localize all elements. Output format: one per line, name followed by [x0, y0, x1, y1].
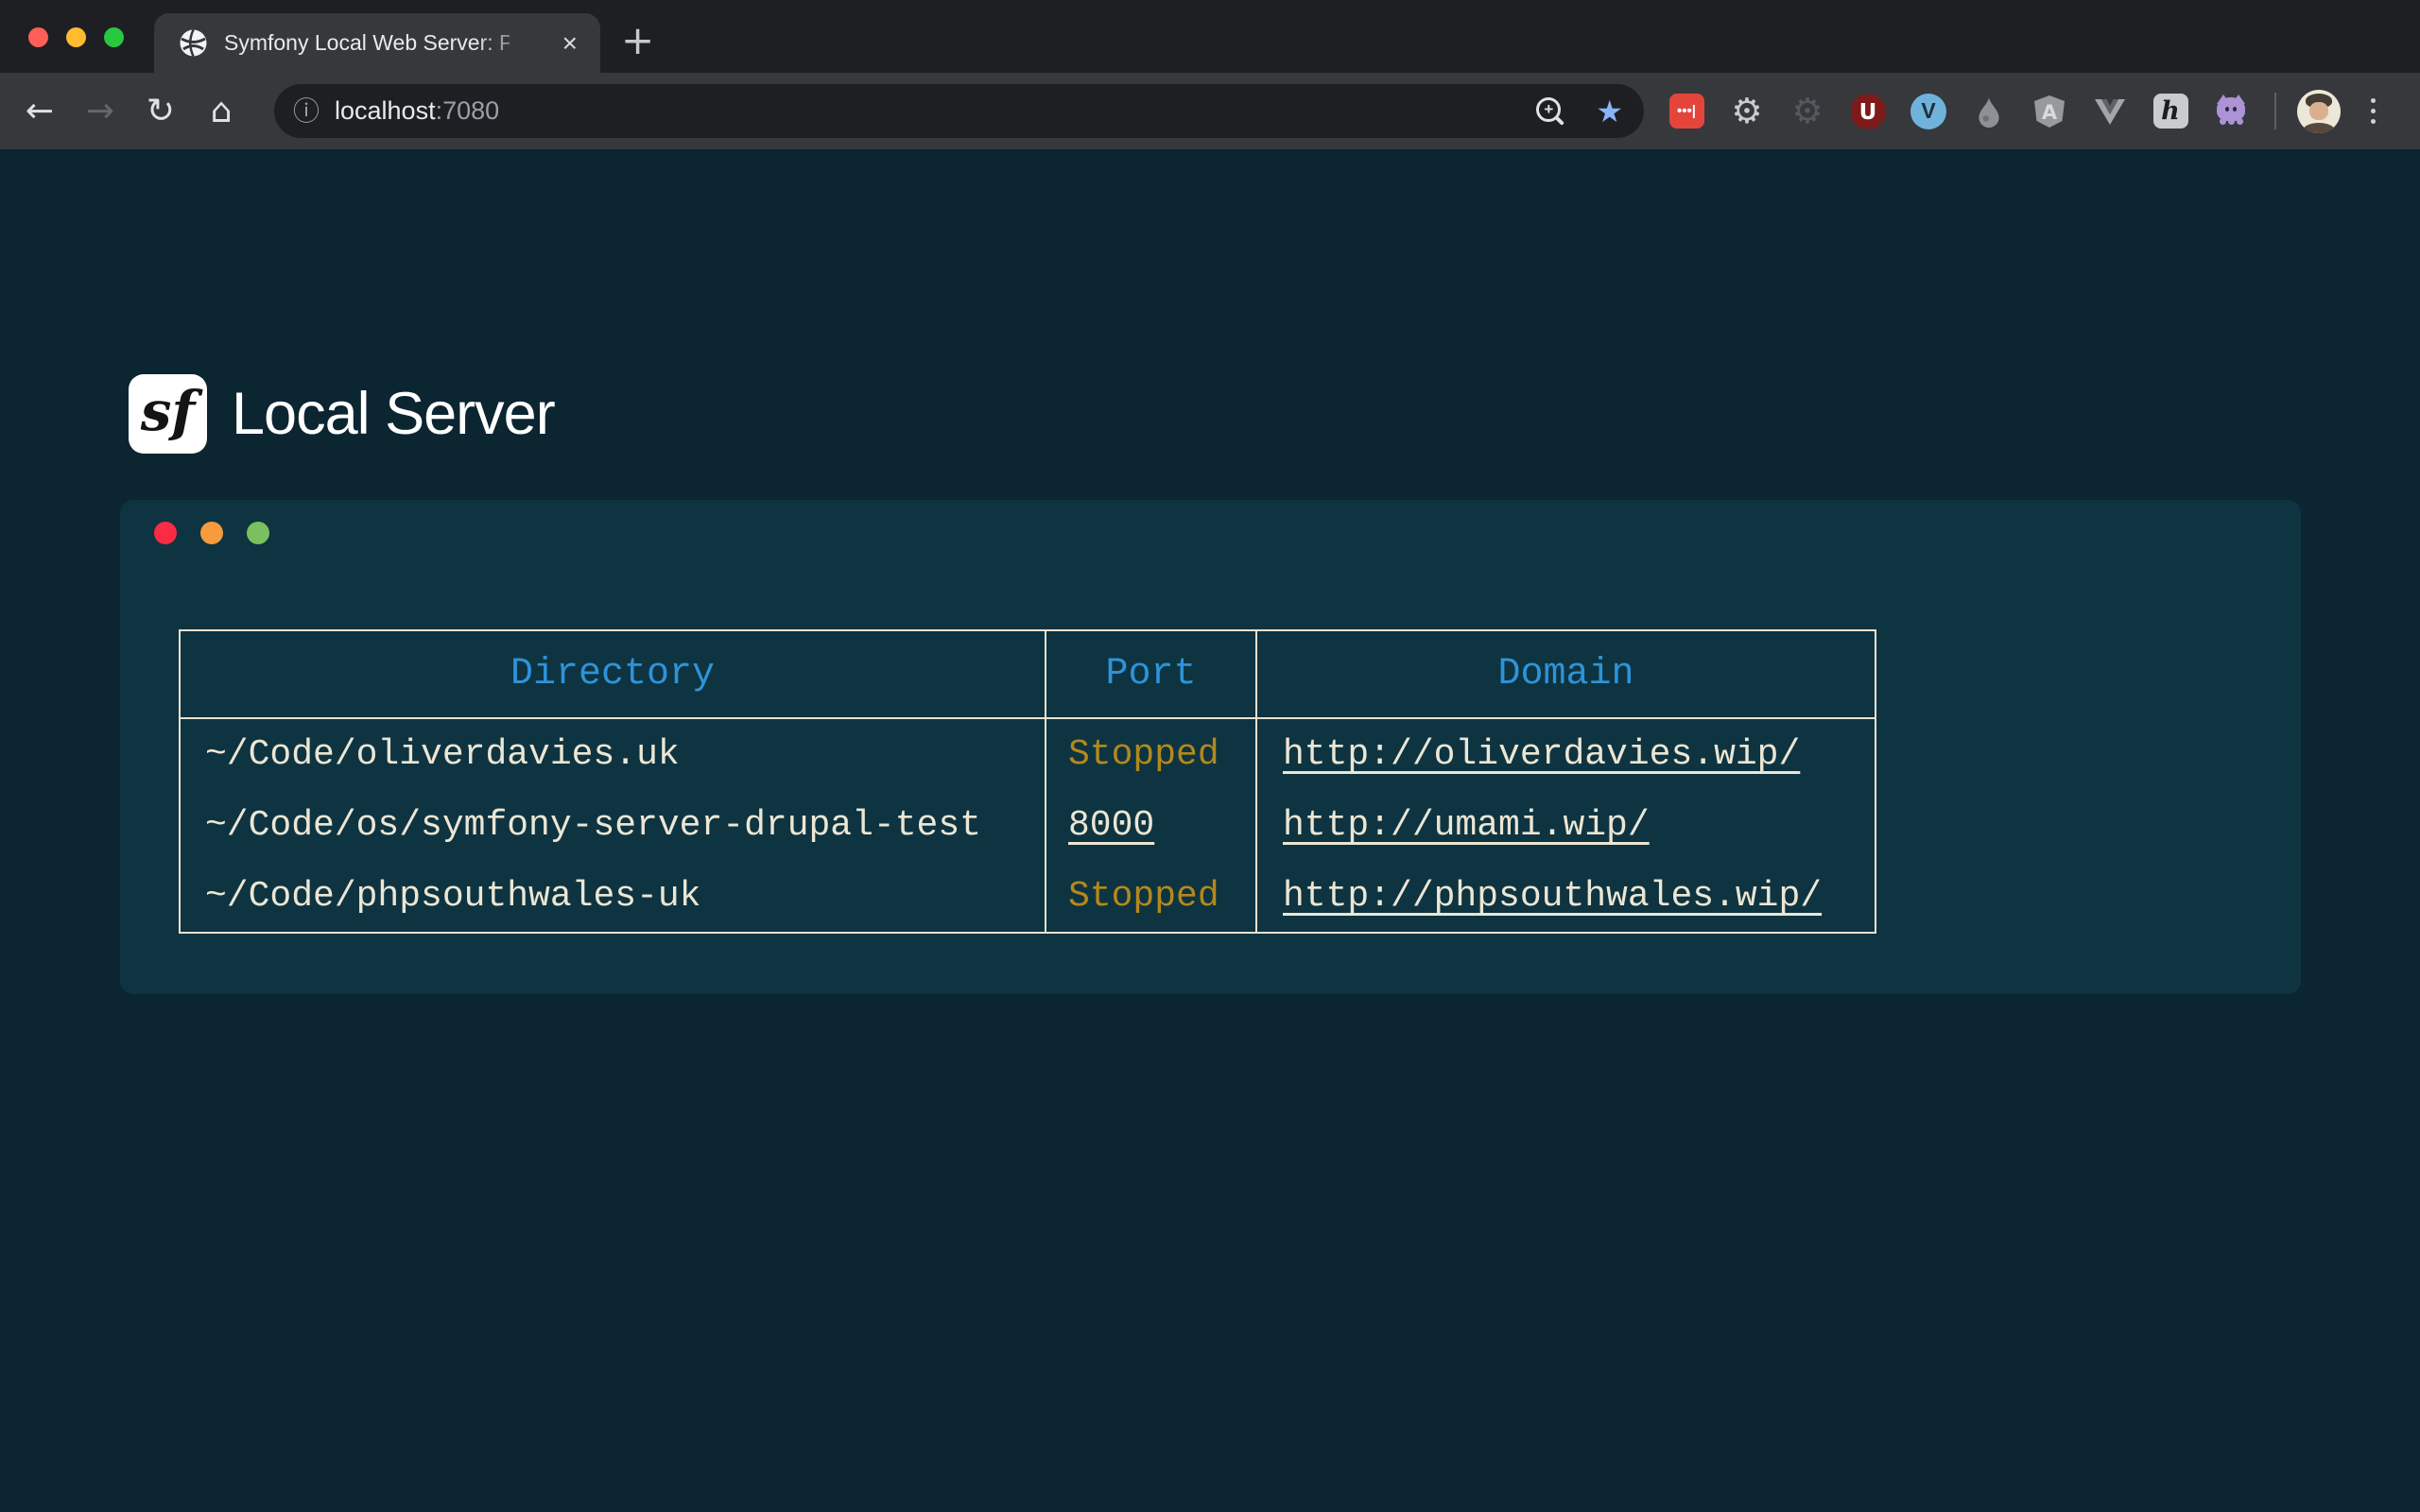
window-controls — [28, 27, 124, 47]
browser-tab[interactable]: Symfony Local Web Server: Prox × — [154, 13, 600, 73]
ublock-extension-icon[interactable]: U — [1849, 93, 1887, 130]
back-button[interactable]: ← — [13, 73, 66, 149]
window-minimize-button[interactable] — [66, 27, 86, 47]
window-zoom-button[interactable] — [104, 27, 124, 47]
symfony-logo: sf — [129, 374, 207, 454]
gear-dim-extension-icon[interactable]: ⚙ — [1789, 93, 1826, 130]
octopus-extension-icon[interactable] — [2212, 93, 2250, 130]
browser-toolbar: ← → ↻ ⌂ ⓘ localhost:7080 + ★ •••| ⚙ ⚙ U … — [0, 73, 2420, 149]
toolbar-separator — [2274, 93, 2276, 129]
table-row: ~/Code/oliverdavies.uk Stopped http://ol… — [180, 718, 1876, 790]
table-row: ~/Code/os/symfony-server-drupal-test 800… — [180, 790, 1876, 861]
page-content: sf Local Server Directory Port Domain ~/… — [0, 149, 2420, 1512]
new-tab-button[interactable]: + — [621, 21, 654, 60]
h-extension-icon[interactable]: h — [2152, 93, 2189, 130]
tab-close-icon[interactable]: × — [562, 30, 578, 57]
drupal-extension-icon[interactable] — [1970, 93, 2008, 130]
url-port: :7080 — [436, 96, 500, 125]
tab-title: Symfony Local Web Server: Prox — [224, 30, 510, 56]
extensions-row: •••| ⚙ ⚙ U V A — [1668, 73, 2250, 149]
url-host: localhost — [335, 96, 436, 125]
svg-text:A: A — [2042, 101, 2058, 124]
window-close-button[interactable] — [28, 27, 48, 47]
column-header-domain: Domain — [1256, 630, 1876, 718]
brand-header: sf Local Server — [129, 374, 555, 454]
vimium-extension-icon[interactable]: V — [1910, 93, 1947, 130]
url-text[interactable]: localhost:7080 — [335, 96, 499, 126]
column-header-directory: Directory — [180, 630, 1046, 718]
site-info-icon[interactable]: ⓘ — [293, 98, 320, 125]
card-dot-green — [247, 522, 269, 544]
svg-text:U: U — [1859, 100, 1877, 125]
card-dot-orange — [200, 522, 223, 544]
table-header-row: Directory Port Domain — [180, 630, 1876, 718]
globe-favicon-icon — [179, 28, 208, 58]
tab-strip: Symfony Local Web Server: Prox × + — [0, 0, 2420, 73]
directory-cell: ~/Code/oliverdavies.uk — [180, 718, 1046, 790]
card-traffic-dots — [154, 522, 269, 544]
page-zoom-icon[interactable]: + — [1535, 97, 1564, 126]
profile-avatar[interactable] — [2297, 90, 2341, 133]
forward-button[interactable]: → — [74, 73, 127, 149]
domain-link[interactable]: http://oliverdavies.wip/ — [1283, 734, 1800, 775]
browser-menu-button[interactable] — [2371, 73, 2376, 149]
table-row: ~/Code/phpsouthwales-uk Stopped http://p… — [180, 861, 1876, 933]
tab-title-fade — [475, 13, 538, 73]
directory-cell: ~/Code/phpsouthwales-uk — [180, 861, 1046, 933]
reload-button[interactable]: ↻ — [134, 73, 187, 149]
server-card: Directory Port Domain ~/Code/oliverdavie… — [120, 500, 2301, 994]
page-title: Local Server — [232, 380, 555, 448]
port-status: Stopped — [1068, 876, 1219, 917]
port-link[interactable]: 8000 — [1068, 805, 1154, 846]
home-button[interactable]: ⌂ — [195, 73, 248, 149]
domain-link[interactable]: http://umami.wip/ — [1283, 805, 1650, 846]
vue-extension-icon[interactable] — [2091, 93, 2129, 130]
server-table: Directory Port Domain ~/Code/oliverdavie… — [179, 629, 1876, 934]
card-dot-red — [154, 522, 177, 544]
address-bar[interactable]: ⓘ localhost:7080 + ★ — [274, 84, 1644, 138]
column-header-port: Port — [1046, 630, 1256, 718]
password-manager-extension-icon[interactable]: •••| — [1668, 93, 1705, 130]
domain-link[interactable]: http://phpsouthwales.wip/ — [1283, 876, 1822, 917]
bookmark-star-icon[interactable]: ★ — [1596, 96, 1623, 127]
directory-cell: ~/Code/os/symfony-server-drupal-test — [180, 790, 1046, 861]
angular-extension-icon[interactable]: A — [2031, 93, 2068, 130]
port-status: Stopped — [1068, 734, 1219, 775]
gear-extension-icon[interactable]: ⚙ — [1728, 93, 1766, 130]
